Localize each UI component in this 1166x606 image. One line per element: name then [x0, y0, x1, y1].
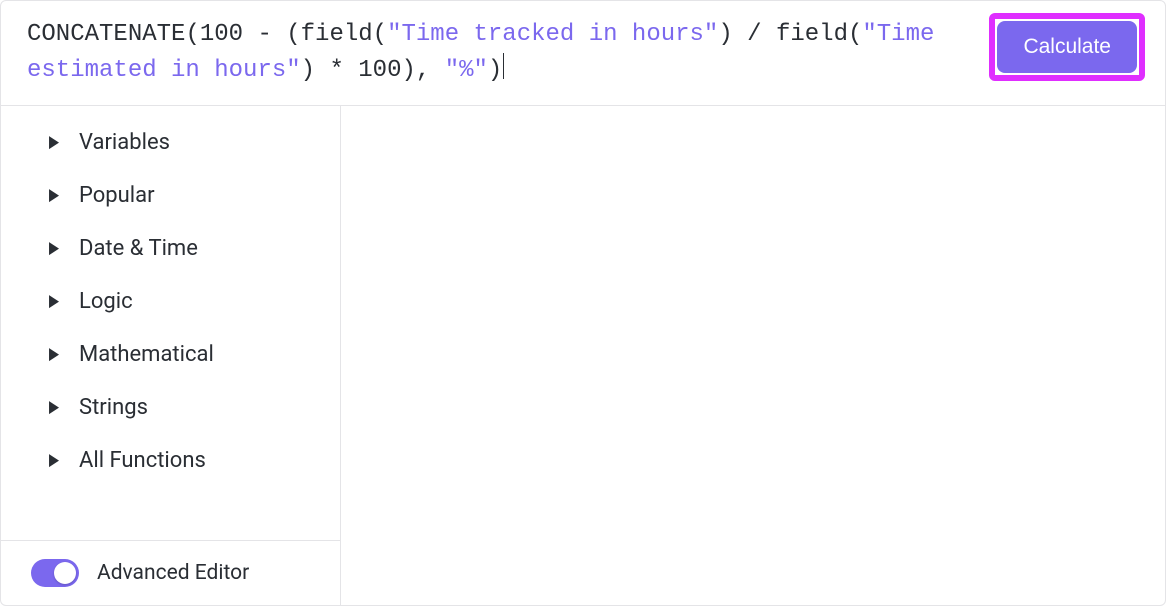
category-label: All Functions	[79, 448, 206, 473]
category-label: Strings	[79, 395, 148, 420]
formula-token-plain: (	[848, 21, 862, 48]
formula-token-plain: ) * 100),	[301, 57, 445, 84]
category-item-logic[interactable]: ▶ Logic	[1, 275, 340, 328]
category-item-date-time[interactable]: ▶ Date & Time	[1, 222, 340, 275]
chevron-right-icon: ▶	[49, 133, 59, 153]
category-label: Date & Time	[79, 236, 198, 261]
text-cursor	[503, 53, 504, 79]
formula-token-plain: (100 - (	[185, 21, 300, 48]
sidebar: ▶ Variables ▶ Popular ▶ Date & Time ▶ Logic ▶ Mat…	[1, 106, 341, 605]
category-item-variables[interactable]: ▶ Variables	[1, 116, 340, 169]
chevron-right-icon: ▶	[49, 451, 59, 471]
calculate-highlight: Calculate	[989, 13, 1145, 81]
main-area: ▶ Variables ▶ Popular ▶ Date & Time ▶ Logic ▶ Mat…	[1, 106, 1165, 605]
formula-token-plain: ) /	[718, 21, 776, 48]
formula-editor-panel: CONCATENATE(100 - (field("Time tracked i…	[0, 0, 1166, 606]
category-label: Mathematical	[79, 342, 214, 367]
formula-token-fn: CONCATENATE	[27, 21, 185, 48]
category-item-popular[interactable]: ▶ Popular	[1, 169, 340, 222]
advanced-editor-toggle[interactable]	[31, 559, 79, 587]
toggle-knob	[54, 562, 76, 584]
formula-token-fn: field	[301, 21, 373, 48]
category-list: ▶ Variables ▶ Popular ▶ Date & Time ▶ Logic ▶ Mat…	[1, 106, 340, 540]
formula-token-fn: field	[776, 21, 848, 48]
category-label: Variables	[79, 130, 170, 155]
formula-token-plain: )	[488, 57, 502, 84]
chevron-right-icon: ▶	[49, 345, 59, 365]
chevron-right-icon: ▶	[49, 186, 59, 206]
formula-token-str: "Time tracked in hours"	[387, 21, 718, 48]
advanced-editor-row: Advanced Editor	[1, 540, 340, 605]
formula-bar: CONCATENATE(100 - (field("Time tracked i…	[1, 1, 1165, 106]
detail-area	[341, 106, 1165, 605]
category-item-all-functions[interactable]: ▶ All Functions	[1, 434, 340, 487]
category-item-mathematical[interactable]: ▶ Mathematical	[1, 328, 340, 381]
chevron-right-icon: ▶	[49, 292, 59, 312]
formula-input[interactable]: CONCATENATE(100 - (field("Time tracked i…	[27, 17, 973, 89]
calculate-button[interactable]: Calculate	[997, 21, 1137, 73]
category-label: Logic	[79, 289, 133, 314]
formula-token-plain: (	[373, 21, 387, 48]
category-item-strings[interactable]: ▶ Strings	[1, 381, 340, 434]
chevron-right-icon: ▶	[49, 398, 59, 418]
formula-token-str: "%"	[445, 57, 488, 84]
advanced-editor-label: Advanced Editor	[97, 561, 249, 585]
category-label: Popular	[79, 183, 155, 208]
chevron-right-icon: ▶	[49, 239, 59, 259]
